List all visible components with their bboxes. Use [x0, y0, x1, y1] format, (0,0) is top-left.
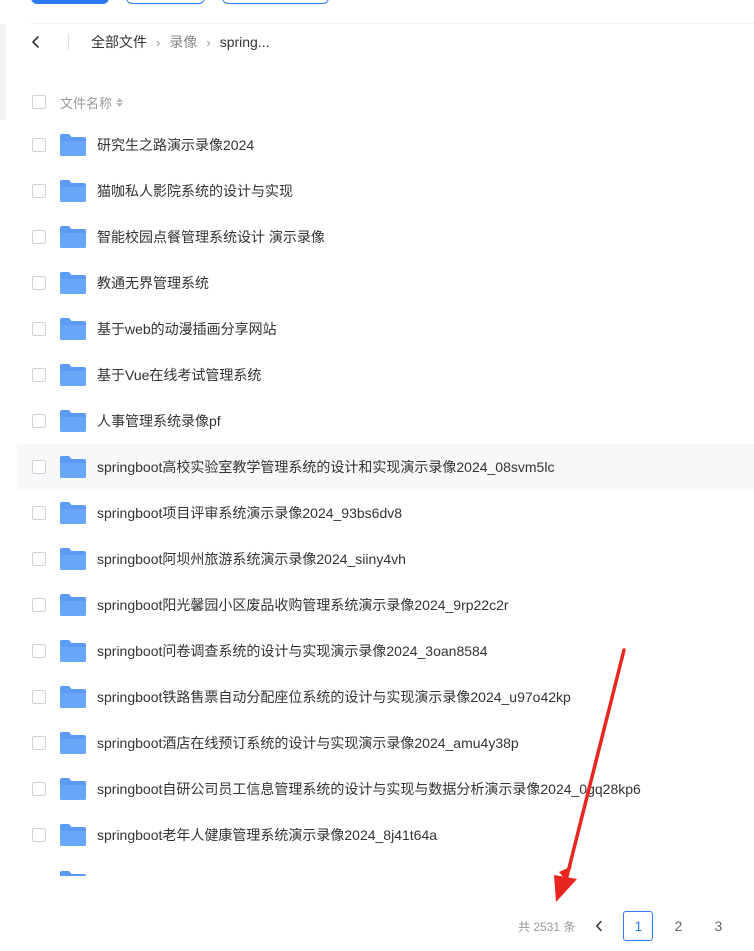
toolbar-primary-button[interactable] [31, 0, 109, 4]
row-checkbox[interactable] [32, 736, 46, 750]
list-item[interactable]: 人事管理系统录像pf [17, 398, 754, 444]
toolbar-secondary-button[interactable] [126, 0, 205, 4]
file-name[interactable]: 研究生之路演示录像2024 [97, 135, 254, 155]
row-checkbox[interactable] [32, 782, 46, 796]
row-checkbox[interactable] [32, 690, 46, 704]
file-name[interactable]: 人事管理系统录像pf [97, 411, 221, 431]
list-item[interactable]: 教通无界管理系统 [17, 260, 754, 306]
list-item[interactable]: 智能校园点餐管理系统设计 演示录像 [17, 214, 754, 260]
list-item[interactable]: springboot阿坝州旅游系统演示录像2024_siiny4vh [17, 536, 754, 582]
row-checkbox[interactable] [32, 598, 46, 612]
folder-icon [59, 823, 87, 847]
file-name[interactable]: 智能校园点餐管理系统设计 演示录像 [97, 227, 325, 247]
list-item[interactable]: springboot问卷调查系统的设计与实现演示录像2024_3oan8584 [17, 628, 754, 674]
select-all-checkbox[interactable] [32, 95, 46, 109]
file-name[interactable]: springboot阿坝州旅游系统演示录像2024_siiny4vh [97, 549, 406, 569]
list-item-partial [17, 870, 754, 876]
row-checkbox[interactable] [32, 414, 46, 428]
list-item[interactable]: springboot项目评审系统演示录像2024_93bs6dv8 [17, 490, 754, 536]
file-name[interactable]: 教通无界管理系统 [97, 273, 209, 293]
page-button-3[interactable]: 3 [703, 911, 733, 941]
list-item[interactable]: 研究生之路演示录像2024 [17, 122, 754, 168]
folder-icon [59, 777, 87, 801]
list-item[interactable]: springboot高校实验室教学管理系统的设计和实现演示录像2024_08sv… [17, 444, 754, 490]
folder-icon [59, 363, 87, 387]
file-name[interactable]: springboot问卷调查系统的设计与实现演示录像2024_3oan8584 [97, 641, 488, 661]
row-checkbox[interactable] [32, 460, 46, 474]
file-name[interactable]: springboot铁路售票自动分配座位系统的设计与实现演示录像2024_u97… [97, 687, 571, 707]
list-item[interactable]: 基于Vue在线考试管理系统 [17, 352, 754, 398]
total-count: 共 2531 条 [518, 919, 576, 934]
chevron-left-icon [32, 36, 39, 48]
row-checkbox[interactable] [32, 644, 46, 658]
sort-icon[interactable] [116, 97, 124, 107]
breadcrumb-chevron-icon: › [156, 34, 161, 50]
folder-icon [59, 639, 87, 663]
file-name[interactable]: springboot项目评审系统演示录像2024_93bs6dv8 [97, 503, 402, 523]
row-checkbox[interactable] [32, 552, 46, 566]
file-name[interactable]: 猫咖私人影院系统的设计与实现 [97, 181, 293, 201]
file-list: 研究生之路演示录像2024 猫咖私人影院系统的设计与实现智能校园点餐管理系统设计 … [17, 122, 754, 858]
list-item[interactable]: springboot铁路售票自动分配座位系统的设计与实现演示录像2024_u97… [17, 674, 754, 720]
folder-icon [59, 317, 87, 341]
file-list-header: 文件名称 [17, 86, 754, 118]
folder-icon [59, 133, 87, 157]
folder-icon [59, 225, 87, 249]
file-name[interactable]: springboot阳光馨园小区废品收购管理系统演示录像2024_9rp22c2… [97, 595, 509, 615]
prev-page-button[interactable] [589, 911, 609, 941]
back-button[interactable] [26, 30, 46, 54]
breadcrumb-item-current: spring... [219, 34, 270, 50]
row-checkbox[interactable] [32, 506, 46, 520]
toolbar [0, 0, 754, 24]
pagination: 共 2531 条 1 2 3 [518, 911, 743, 941]
file-name[interactable]: springboot高校实验室教学管理系统的设计和实现演示录像2024_08sv… [97, 457, 554, 477]
breadcrumb-divider [68, 34, 69, 50]
file-name[interactable]: springboot老年人健康管理系统演示录像2024_8j41t64a [97, 825, 437, 845]
folder-icon [59, 409, 87, 433]
page-button-1[interactable]: 1 [623, 911, 654, 941]
folder-icon [59, 547, 87, 571]
row-checkbox[interactable] [32, 184, 46, 198]
folder-icon [59, 501, 87, 525]
row-checkbox[interactable] [32, 230, 46, 244]
left-panel-edge [0, 24, 6, 120]
file-name[interactable]: 基于Vue在线考试管理系统 [97, 365, 261, 385]
chevron-left-icon [596, 920, 603, 932]
breadcrumb-chevron-icon: › [206, 34, 211, 50]
list-item[interactable]: springboot酒店在线预订系统的设计与实现演示录像2024_amu4y38… [17, 720, 754, 766]
file-name[interactable]: 基于web的动漫插画分享网站 [97, 319, 277, 339]
row-checkbox[interactable] [32, 322, 46, 336]
folder-icon [59, 271, 87, 295]
file-name[interactable]: springboot自研公司员工信息管理系统的设计与实现与数据分析演示录像202… [97, 779, 641, 799]
list-item[interactable]: springboot自研公司员工信息管理系统的设计与实现与数据分析演示录像202… [17, 766, 754, 812]
list-item[interactable]: springboot老年人健康管理系统演示录像2024_8j41t64a [17, 812, 754, 858]
page-button-2[interactable]: 2 [663, 911, 693, 941]
folder-icon [59, 455, 87, 479]
toolbar-tertiary-button[interactable] [222, 0, 329, 4]
breadcrumb-item-recordings[interactable]: 录像 [169, 32, 197, 52]
toolbar-divider [31, 23, 754, 24]
breadcrumb-item-all-files[interactable]: 全部文件 [91, 32, 147, 52]
row-checkbox[interactable] [32, 828, 46, 842]
folder-icon [59, 685, 87, 709]
folder-icon [59, 593, 87, 617]
list-item[interactable]: 猫咖私人影院系统的设计与实现 [17, 168, 754, 214]
file-name[interactable]: springboot酒店在线预订系统的设计与实现演示录像2024_amu4y38… [97, 733, 519, 753]
column-header-filename[interactable]: 文件名称 [60, 93, 112, 112]
list-item[interactable]: springboot阳光馨园小区废品收购管理系统演示录像2024_9rp22c2… [17, 582, 754, 628]
breadcrumb: 全部文件 › 录像 › spring... [26, 30, 270, 54]
list-item[interactable]: 基于web的动漫插画分享网站 [17, 306, 754, 352]
row-checkbox[interactable] [32, 368, 46, 382]
row-checkbox[interactable] [32, 138, 46, 152]
row-checkbox[interactable] [32, 276, 46, 290]
folder-icon [59, 731, 87, 755]
folder-icon [59, 179, 87, 203]
